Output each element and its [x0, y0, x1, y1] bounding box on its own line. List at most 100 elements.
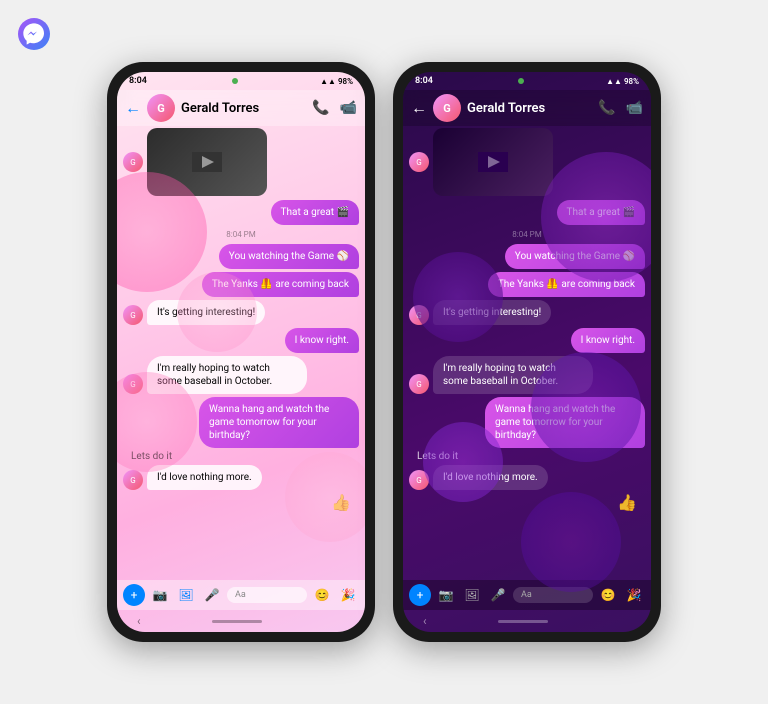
signal-battery-dark: ▲▲ 98% [606, 77, 639, 86]
timestamp-dark: 8:04 PM [409, 230, 645, 239]
chat-header-light: ← G Gerald Torres 📞 📹 [117, 90, 365, 126]
msg-interesting-dark: G It's getting interesting! [409, 300, 645, 325]
msg-yanks-dark: The Yanks 🦺 are coming back [409, 272, 645, 297]
msg-love-dark: G I'd love nothing more. [409, 465, 645, 490]
gallery-btn-dark[interactable]: 🖼 [461, 584, 483, 606]
msg-letsdo-light: Lets do it [123, 451, 359, 462]
camera-btn-light[interactable]: 📷 [149, 584, 171, 606]
received-avatar-media-light: G [123, 152, 143, 172]
bubble-dark-3: The Yanks 🦺 are coming back [488, 272, 645, 297]
nav-chevron-dark: ‹ [423, 614, 427, 628]
battery-dark: 98% [624, 77, 639, 86]
msg-love-light: G I'd love nothing more. [123, 465, 359, 490]
emoji-reaction-light: 👍 [123, 493, 359, 512]
contact-name-dark: Gerald Torres [467, 101, 592, 116]
back-button-dark[interactable]: ← [411, 98, 427, 118]
msg-iknow-dark: I know right. [409, 328, 645, 353]
phone-light-screen: 8:04 ▲▲ 98% ← G Gerald Torres 📞 📹 G [117, 72, 365, 632]
msg-wanna-light: Wanna hang and watch the game tomorrow f… [123, 397, 359, 448]
bubble-dark-2: You watching the Game ⚾ [505, 244, 645, 269]
bubble-light-6: I'm really hoping to watch some baseball… [147, 356, 307, 394]
msg-interesting-light: G It's getting interesting! [123, 300, 359, 325]
received-avatar-light: G [123, 305, 143, 325]
received-avatar-3-light: G [123, 470, 143, 490]
bubble-light-4: It's getting interesting! [147, 300, 265, 325]
emoji-reaction-dark: 👍 [409, 493, 645, 512]
input-bar-light: + 📷 🖼 🎤 Aa 😊 🎉 [117, 580, 365, 610]
messages-light: That a great 🎬 8:04 PM You watching the … [117, 198, 365, 580]
status-bar-light: 8:04 ▲▲ 98% [117, 72, 365, 90]
text-input-light[interactable]: Aa [227, 587, 307, 603]
bubble-light-7: Wanna hang and watch the game tomorrow f… [199, 397, 359, 448]
signal-dark: ▲▲ [606, 77, 622, 86]
emoji-btn-dark[interactable]: 😊 [597, 584, 619, 606]
signal-light: ▲▲ [320, 77, 336, 86]
bubble-dark-1: That a great 🎬 [557, 200, 645, 225]
bubble-light-1: That a great 🎬 [271, 200, 359, 225]
chat-header-dark: ← G Gerald Torres 📞 📹 [403, 90, 651, 126]
phones-container: 8:04 ▲▲ 98% ← G Gerald Torres 📞 📹 G [107, 62, 661, 642]
phone-dark-screen: 8:04 ▲▲ 98% ← G Gerald Torres 📞 📹 G [403, 72, 651, 632]
status-bar-dark: 8:04 ▲▲ 98% [403, 72, 651, 90]
battery-light: 98% [338, 77, 353, 86]
phone-dark: 8:04 ▲▲ 98% ← G Gerald Torres 📞 📹 G [393, 62, 661, 642]
contact-name-light: Gerald Torres [181, 101, 306, 116]
msg-iknow-light: I know right. [123, 328, 359, 353]
confetti-btn-light[interactable]: 🎉 [337, 584, 359, 606]
confetti-btn-dark[interactable]: 🎉 [623, 584, 645, 606]
bubble-dark-7: Wanna hang and watch the game tomorrow f… [485, 397, 645, 448]
bubble-light-3: The Yanks 🦺 are coming back [202, 272, 359, 297]
video-icon-dark[interactable]: 📹 [626, 100, 643, 116]
emoji-btn-light[interactable]: 😊 [311, 584, 333, 606]
camera-btn-dark[interactable]: 📷 [435, 584, 457, 606]
messages-dark: That a great 🎬 8:04 PM You watching the … [403, 198, 651, 580]
time-dark: 8:04 [415, 76, 433, 86]
messenger-app-icon [18, 18, 50, 50]
nav-chevron-light: ‹ [137, 614, 141, 628]
msg-that-great-dark: That a great 🎬 [409, 200, 645, 225]
mic-btn-light[interactable]: 🎤 [201, 584, 223, 606]
input-bar-dark: + 📷 🖼 🎤 Aa 😊 🎉 [403, 580, 651, 610]
msg-yanks-light: The Yanks 🦺 are coming back [123, 272, 359, 297]
back-button-light[interactable]: ← [125, 98, 141, 118]
header-icons-dark: 📞 📹 [598, 100, 643, 116]
media-preview-light [147, 128, 267, 196]
received-avatar-2-light: G [123, 374, 143, 394]
video-icon-light[interactable]: 📹 [340, 100, 357, 116]
timestamp-light: 8:04 PM [123, 230, 359, 239]
avatar-light: G [147, 94, 175, 122]
add-btn-light[interactable]: + [123, 584, 145, 606]
msg-that-great-light: That a great 🎬 [123, 200, 359, 225]
add-btn-dark[interactable]: + [409, 584, 431, 606]
time-light: 8:04 [129, 76, 147, 86]
received-avatar-3-dark: G [409, 470, 429, 490]
header-icons-light: 📞 📹 [312, 100, 357, 116]
avatar-dark: G [433, 94, 461, 122]
received-avatar-2-dark: G [409, 374, 429, 394]
text-input-placeholder-light: Aa [235, 590, 246, 600]
bubble-light-5: I know right. [285, 328, 359, 353]
status-dot-dark [518, 78, 524, 84]
home-bar-light [212, 620, 262, 623]
home-bar-dark [498, 620, 548, 623]
nav-bar-light: ‹ [117, 610, 365, 632]
msg-watching-light: You watching the Game ⚾ [123, 244, 359, 269]
mic-btn-dark[interactable]: 🎤 [487, 584, 509, 606]
phone-light: 8:04 ▲▲ 98% ← G Gerald Torres 📞 📹 G [107, 62, 375, 642]
bubble-dark-4: It's getting interesting! [433, 300, 551, 325]
bubble-dark-8: I'd love nothing more. [433, 465, 548, 490]
call-icon-dark[interactable]: 📞 [598, 100, 615, 116]
nav-bar-dark: ‹ [403, 610, 651, 632]
call-icon-light[interactable]: 📞 [312, 100, 329, 116]
text-input-placeholder-dark: Aa [521, 590, 532, 600]
msg-watching-dark: You watching the Game ⚾ [409, 244, 645, 269]
bubble-dark-5: I know right. [571, 328, 645, 353]
gallery-btn-light[interactable]: 🖼 [175, 584, 197, 606]
received-avatar-media-dark: G [409, 152, 429, 172]
bubble-light-2: You watching the Game ⚾ [219, 244, 359, 269]
msg-wanna-dark: Wanna hang and watch the game tomorrow f… [409, 397, 645, 448]
text-input-dark[interactable]: Aa [513, 587, 593, 603]
bubble-dark-6: I'm really hoping to watch some baseball… [433, 356, 593, 394]
msg-letsdo-dark: Lets do it [409, 451, 645, 462]
status-dot-light [232, 78, 238, 84]
